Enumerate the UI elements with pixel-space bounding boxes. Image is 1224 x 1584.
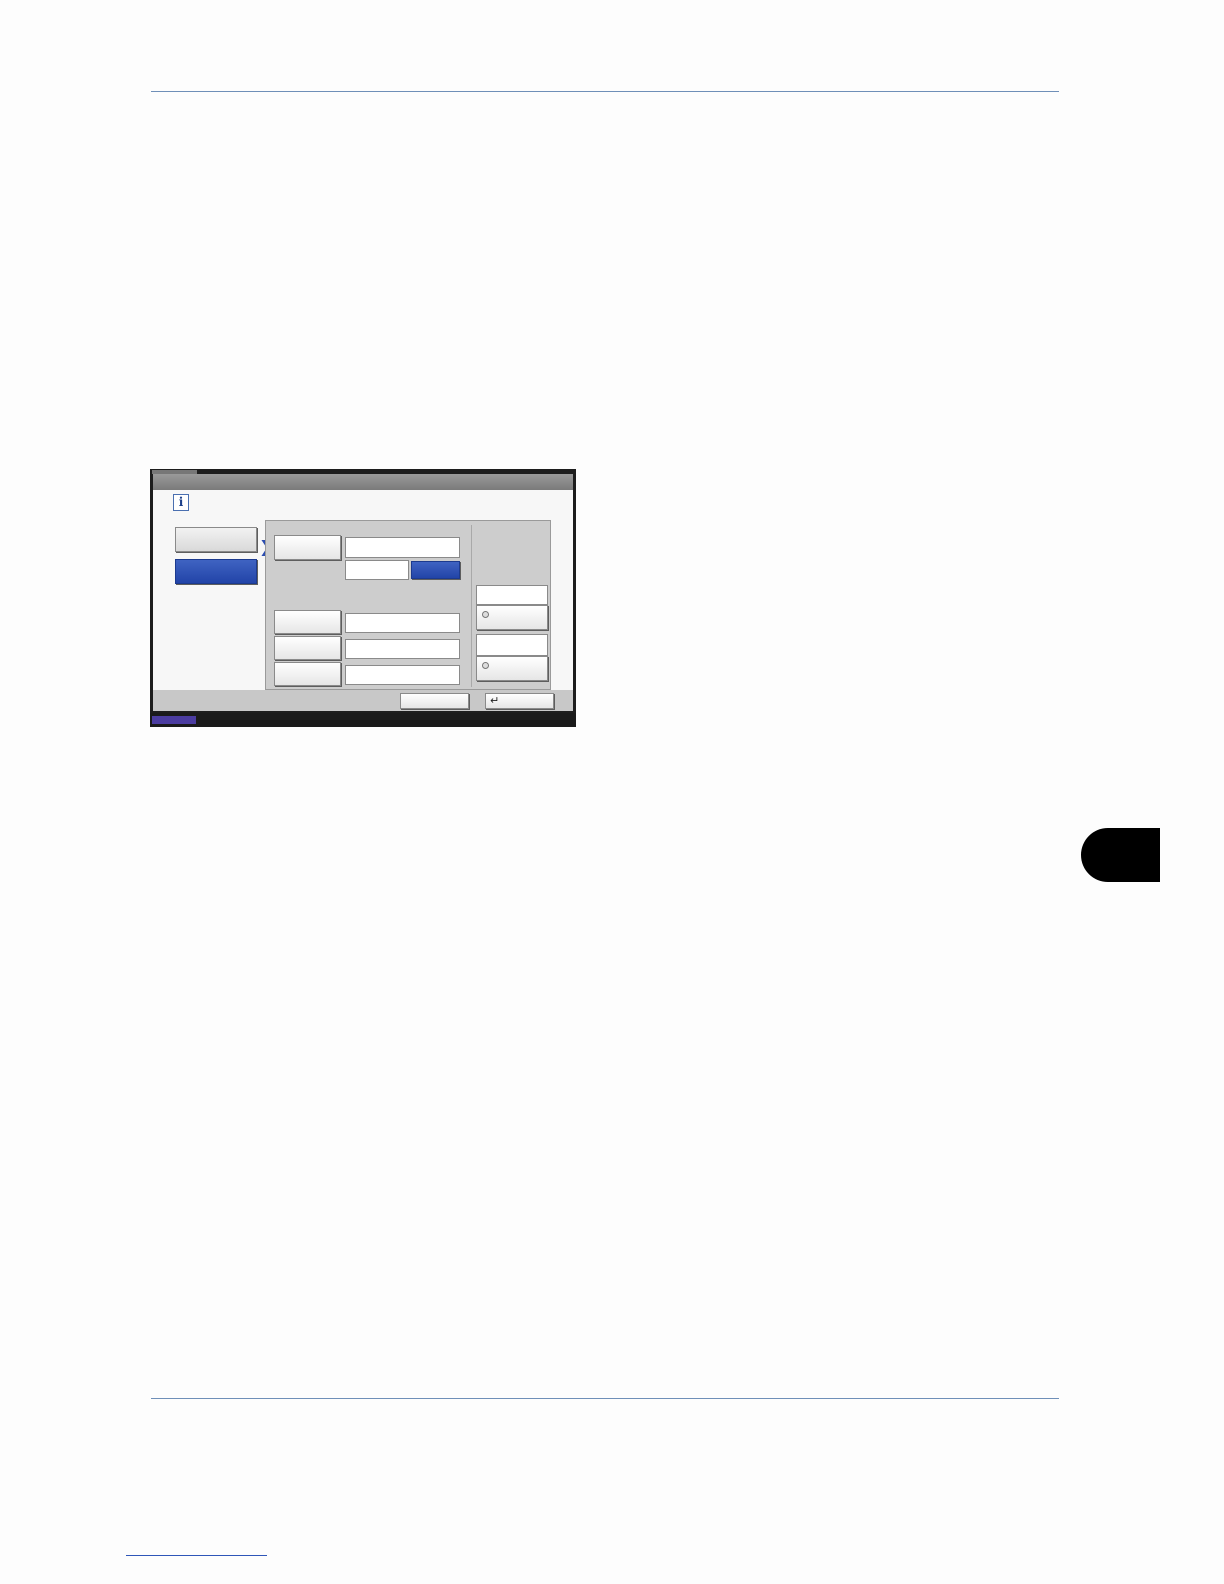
setting-button-3[interactable] [274,636,341,660]
bottom-action-bar: ↵ [153,690,573,711]
setting-button-2[interactable] [274,610,341,634]
option-label-field-1 [476,585,548,605]
setting-button-4[interactable] [274,662,341,686]
setting-change-button[interactable] [411,561,460,579]
option-label-field-2 [476,634,548,656]
setting-value-field-2[interactable] [345,613,460,633]
ok-button[interactable]: ↵ [485,693,554,709]
settings-group [265,520,551,690]
enter-icon: ↵ [490,694,500,707]
cancel-button[interactable] [400,693,469,709]
setting-button-1[interactable] [274,535,341,560]
setting-subfield[interactable] [345,560,409,580]
status-strip [150,713,576,727]
setting-value-field-4[interactable] [345,665,460,685]
setting-value-field-1[interactable] [345,537,460,558]
setting-value-field-3[interactable] [345,639,460,659]
footer-link-underline[interactable] [126,1555,267,1556]
status-indicator [152,716,196,724]
left-menu-button-1[interactable] [175,527,257,552]
info-icon[interactable]: i [173,494,189,511]
chapter-tab [1081,828,1160,882]
group-divider [471,525,472,687]
title-bar [153,474,573,490]
radio-dot-icon [482,611,489,618]
radio-dot-icon [482,662,489,669]
header-rule [151,91,1059,92]
work-area: i ❯ [153,490,573,690]
operation-panel-screenshot: i ❯ ↵ [150,469,576,727]
left-menu-button-2-selected[interactable] [175,559,257,584]
option-radio-button-1[interactable] [476,605,548,630]
footer-rule [151,1398,1059,1399]
option-radio-button-2[interactable] [476,656,548,681]
